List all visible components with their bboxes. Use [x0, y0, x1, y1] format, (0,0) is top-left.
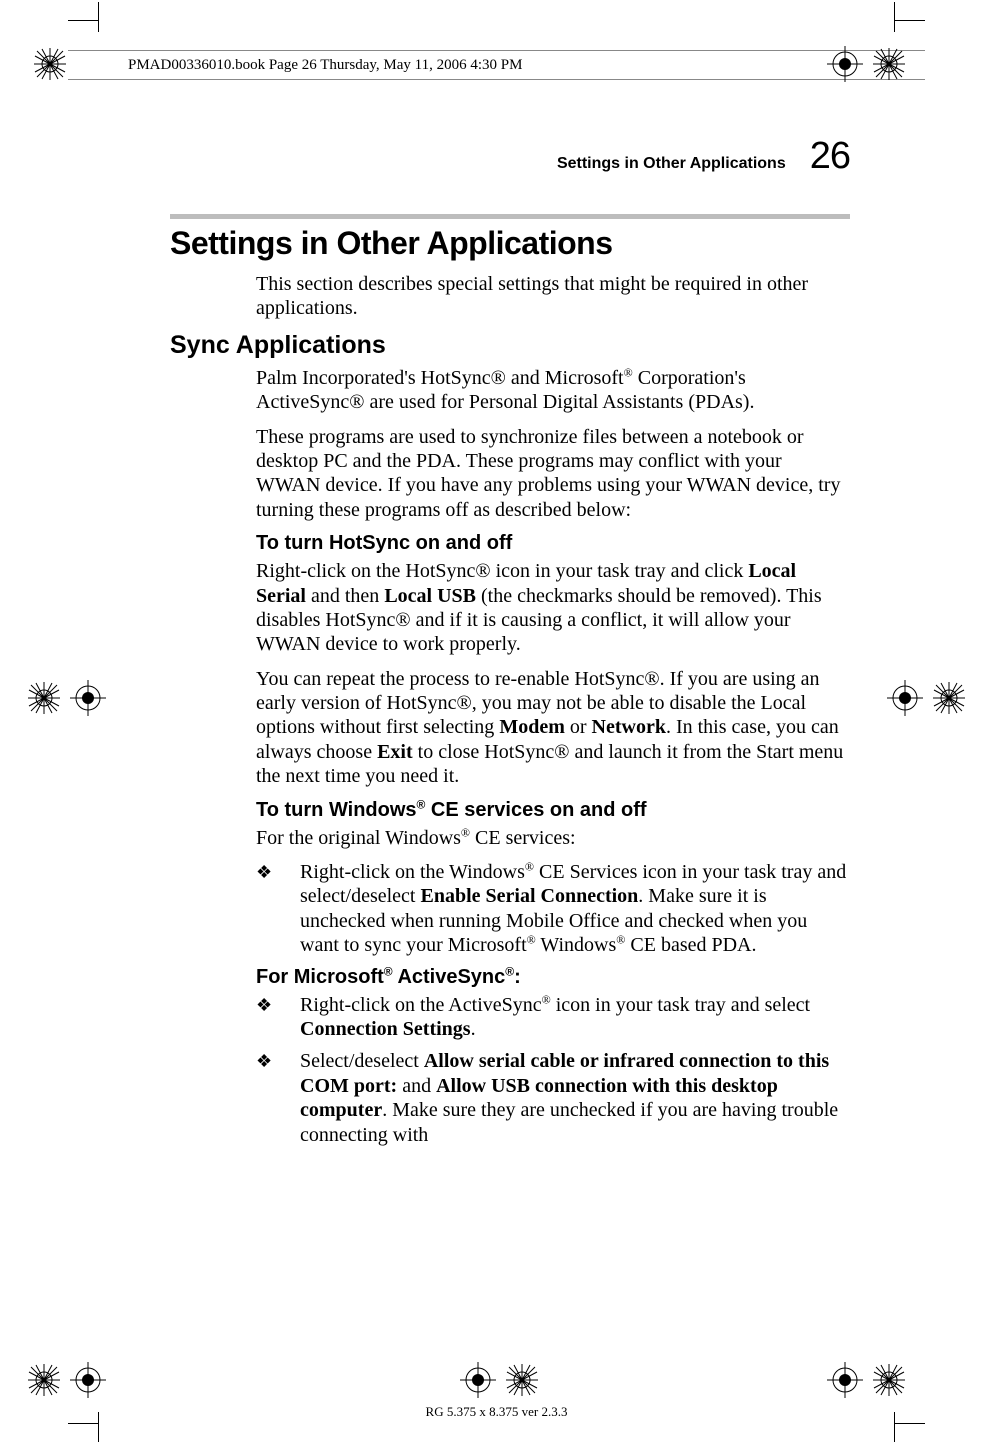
accent-rule — [170, 214, 850, 219]
activesync-heading: For Microsoft® ActiveSync®: — [256, 966, 850, 989]
page-number: 26 — [810, 135, 850, 178]
hotsync-heading: To turn HotSync on and off — [256, 532, 850, 555]
registered-mark: ® — [505, 964, 514, 978]
list-item: ❖ Select/deselect Allow serial cable or … — [256, 1049, 850, 1147]
text: To turn Windows — [256, 799, 417, 821]
page: PMAD00336010.book Page 26 Thursday, May … — [0, 0, 993, 1444]
windows-ce-paragraph: For the original Windows® CE services: — [256, 826, 850, 850]
starburst-icon — [871, 46, 907, 82]
text: Palm Incorporated's HotSync® and Microso… — [256, 367, 624, 389]
text: Select/deselect — [300, 1050, 424, 1072]
sync-applications-heading: Sync Applications — [170, 331, 850, 360]
bold-text: Local USB — [384, 585, 476, 607]
text: or — [565, 716, 592, 738]
crop-mark — [895, 1423, 925, 1424]
list-item: ❖ Right-click on the Windows® CE Service… — [256, 860, 850, 958]
text: Windows — [536, 934, 617, 956]
activesync-list: ❖ Right-click on the ActiveSync® icon in… — [256, 993, 850, 1147]
hotsync-paragraph-1: Right-click on the HotSync® icon in your… — [256, 559, 850, 657]
crop-mark — [895, 20, 925, 21]
text: icon in your task tray and select — [551, 994, 810, 1016]
running-head: Settings in Other Applications 26 — [170, 135, 850, 178]
header-bar: PMAD00336010.book Page 26 Thursday, May … — [68, 50, 925, 80]
list-item: ❖ Right-click on the ActiveSync® icon in… — [256, 993, 850, 1042]
starburst-icon — [26, 1362, 62, 1398]
text: Right-click on the HotSync® icon in your… — [256, 560, 748, 582]
starburst-icon — [26, 680, 62, 716]
diamond-bullet-icon: ❖ — [256, 1051, 272, 1073]
starburst-icon — [32, 46, 68, 82]
text: ActiveSync — [393, 966, 506, 988]
starburst-icon — [504, 1362, 540, 1398]
crop-mark — [68, 1423, 98, 1424]
text: CE based PDA. — [625, 934, 756, 956]
registration-target-icon — [887, 680, 923, 716]
registered-mark: ® — [461, 825, 470, 839]
registered-mark: ® — [542, 992, 551, 1006]
windows-ce-heading: To turn Windows® CE services on and off — [256, 799, 850, 822]
sync-paragraph-1: Palm Incorporated's HotSync® and Microso… — [256, 366, 850, 415]
text: CE services on and off — [425, 799, 646, 821]
bold-text: Enable Serial Connection — [421, 885, 639, 907]
registered-mark: ® — [525, 859, 534, 873]
text: : — [514, 966, 521, 988]
bold-text: Network — [592, 716, 666, 738]
hotsync-paragraph-2: You can repeat the process to re-enable … — [256, 667, 850, 789]
windows-ce-list: ❖ Right-click on the Windows® CE Service… — [256, 860, 850, 958]
text: Right-click on the Windows — [300, 861, 525, 883]
text: and then — [306, 585, 384, 607]
registered-mark: ® — [384, 964, 393, 978]
text: Right-click on the ActiveSync — [300, 994, 542, 1016]
text: . — [471, 1018, 476, 1040]
bold-text: Connection Settings — [300, 1018, 471, 1040]
crop-mark — [894, 2, 895, 32]
registration-target-icon — [70, 1362, 106, 1398]
registration-target-icon — [827, 46, 863, 82]
content-column: Settings in Other Applications 26 Settin… — [170, 135, 850, 1155]
header-filename: PMAD00336010.book Page 26 Thursday, May … — [128, 57, 522, 74]
bold-text: Modem — [499, 716, 565, 738]
diamond-bullet-icon: ❖ — [256, 995, 272, 1017]
registered-mark: ® — [527, 933, 536, 947]
starburst-icon — [931, 680, 967, 716]
sync-paragraph-2: These programs are used to synchronize f… — [256, 425, 850, 523]
text: and — [397, 1075, 436, 1097]
footer-line: RG 5.375 x 8.375 ver 2.3.3 — [0, 1404, 993, 1420]
registered-mark: ® — [624, 365, 633, 379]
text: For the original Windows — [256, 827, 461, 849]
running-head-label: Settings in Other Applications — [557, 155, 786, 173]
crop-mark — [68, 20, 98, 21]
diamond-bullet-icon: ❖ — [256, 862, 272, 884]
section-intro: This section describes special settings … — [256, 272, 850, 321]
crop-mark — [98, 2, 99, 32]
bold-text: Exit — [377, 741, 413, 763]
text: CE services: — [470, 827, 576, 849]
starburst-icon — [871, 1362, 907, 1398]
text: For Microsoft — [256, 966, 384, 988]
registration-target-icon — [460, 1362, 496, 1398]
registration-target-icon — [827, 1362, 863, 1398]
section-title: Settings in Other Applications — [170, 225, 850, 262]
registration-target-icon — [70, 680, 106, 716]
